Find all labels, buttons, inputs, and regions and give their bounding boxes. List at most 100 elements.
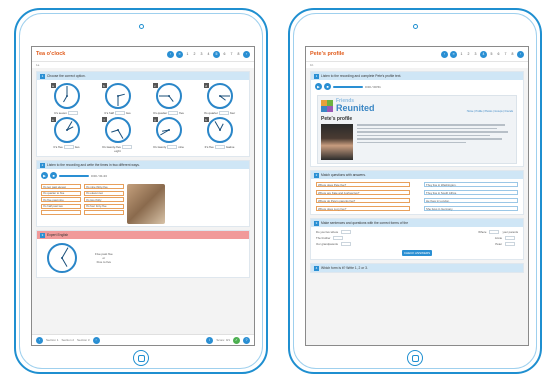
answer-dropdown[interactable] [168,111,179,115]
check-icon[interactable]: ✓ [233,336,240,344]
page-number[interactable]: 5 [489,52,494,56]
fill-text: Do you live where [316,230,339,234]
answer-prefix: It's twenty [153,145,167,149]
info-icon[interactable]: i [206,336,214,344]
page-number[interactable]: 3 [199,52,204,56]
logo-main: Reunited [336,103,375,113]
question-field[interactable]: Where does Pete live? [316,182,410,187]
exercise-1: 1 Listen to the recording and complete P… [310,71,524,167]
phrase-field[interactable]: It's eleven ten [84,190,124,196]
help-icon[interactable]: ? [243,336,250,344]
site-nav[interactable]: Home | Profile | Photos | Groups | Frien… [467,110,513,113]
clock-hub [218,95,221,97]
exercise-number: 3 [40,232,45,238]
nav-menu-icon[interactable]: ≡ [450,50,457,58]
nav-menu-icon[interactable]: ≡ [176,50,183,58]
audio-progress[interactable] [59,174,89,177]
nav-next-icon[interactable]: › [243,50,250,58]
page-number[interactable]: 2 [466,52,471,56]
stop-icon[interactable]: ■ [324,83,331,90]
profile-body [321,124,513,160]
fill-input[interactable] [340,242,351,246]
fill-input[interactable] [489,230,500,234]
page-number[interactable]: 6 [222,52,227,56]
phrase-field[interactable]: It's five past nine [41,197,81,202]
exercise-header: 1 Choose the correct option. [37,72,249,80]
home-button[interactable] [133,350,149,366]
clock-face: f [101,117,131,143]
page-number[interactable]: 2 [192,52,197,56]
exercise-header: 3 Make sentences and questions with the … [311,219,523,227]
answer-dropdown[interactable] [218,111,229,115]
expert-text: Five past five or Five to five [95,252,113,264]
answer-dropdown[interactable] [67,111,78,115]
page-number[interactable]: 6 [496,52,501,56]
phrase-field[interactable]: It's ten past eleven [41,184,81,189]
phrase-column-right: It's nine thirty-five It's eleven ten It's… [84,184,124,224]
page-number[interactable]: 8 [510,52,515,56]
page-number[interactable]: 4 [206,52,211,56]
page-number[interactable]: 3 [473,52,478,56]
page-number[interactable]: 1 [459,52,464,56]
clock-face: g [152,117,182,143]
fill-text: Where [478,230,487,234]
page-number[interactable]: 8 [236,52,241,56]
lesson-title: Pete's profile [310,51,345,57]
answer-dropdown[interactable] [63,145,74,149]
page-number[interactable]: 7 [229,52,234,56]
nav-prev-icon[interactable]: ‹ [441,50,448,58]
answer-field[interactable]: They live in South Africa. [424,190,518,195]
page-number[interactable]: 1 [185,52,190,56]
bottom-item[interactable]: Section 1 [46,338,59,342]
play-icon[interactable]: ▶ [315,83,322,90]
question-field[interactable]: Where do Pete's parents live? [316,198,410,203]
audio-time: 0:00 / 01:23 [91,173,107,178]
fill-input[interactable] [341,230,352,234]
page-number[interactable]: 4 [480,50,487,58]
answer-suffix: four [229,111,236,115]
answer-dropdown[interactable] [214,145,225,149]
answer-field[interactable]: He lives in London. [424,198,518,203]
phrase-field[interactable]: It's quarter to five [41,190,81,196]
phrase-field[interactable]: It's four forty-five [84,203,124,209]
fill-input[interactable] [333,236,344,240]
answer-prefix: It's five [204,145,214,149]
nav-next-icon[interactable]: › [517,50,524,58]
next-icon[interactable]: › [92,336,100,344]
stop-icon[interactable]: ■ [50,172,57,179]
page-number[interactable]: 5 [213,50,220,58]
audio-progress[interactable] [333,85,363,88]
answer-suffix: two [74,145,80,149]
fill-input[interactable] [505,242,515,246]
question-field[interactable]: Where are Kate and Joshua live? [316,190,410,195]
question-field[interactable]: Where does Lucy live? [316,206,410,211]
phrase-field[interactable] [41,210,81,215]
answer-dropdown[interactable] [167,145,178,149]
prev-icon[interactable]: ‹ [36,336,43,344]
home-button[interactable] [407,350,423,366]
lesson-screen-left: Tea o'clock ‹ ≡ 1 2 3 4 5 6 7 8 › 1a 1 Choose the … [31,46,255,346]
play-icon[interactable]: ▶ [41,172,48,179]
phrase-field[interactable]: It's two thirty [84,197,124,202]
phrase-field[interactable]: It's half past two [41,203,81,209]
clock-face: b [101,83,131,109]
answer-field[interactable]: They live in Washington. [424,182,518,187]
phrase-field[interactable]: It's nine thirty-five [84,184,124,189]
answer-prefix: It's quarter [203,111,218,115]
exercise-title: Listen to the recording and write the ti… [47,163,140,167]
answer-dropdown[interactable] [121,145,132,149]
clock-answer: It's five two [54,145,80,149]
page-number[interactable]: 7 [503,52,508,56]
expert-content: Five past five or Five to five [37,239,249,277]
answer-dropdown[interactable] [114,111,125,115]
nav-prev-icon[interactable]: ‹ [167,50,174,58]
bottom-item[interactable]: Section 3 [77,338,90,342]
minute-hand [117,129,123,139]
fill-rows: Do you live where Where your parents The br… [311,227,523,247]
bottom-item[interactable]: Section 2 [62,338,75,342]
clock-label: b [101,83,107,88]
fill-input[interactable] [505,236,515,240]
check-answers-button[interactable]: CHECK ANSWERS [402,250,432,256]
phrase-field[interactable] [84,210,124,215]
answer-field[interactable]: She lives in Germany. [424,206,518,211]
